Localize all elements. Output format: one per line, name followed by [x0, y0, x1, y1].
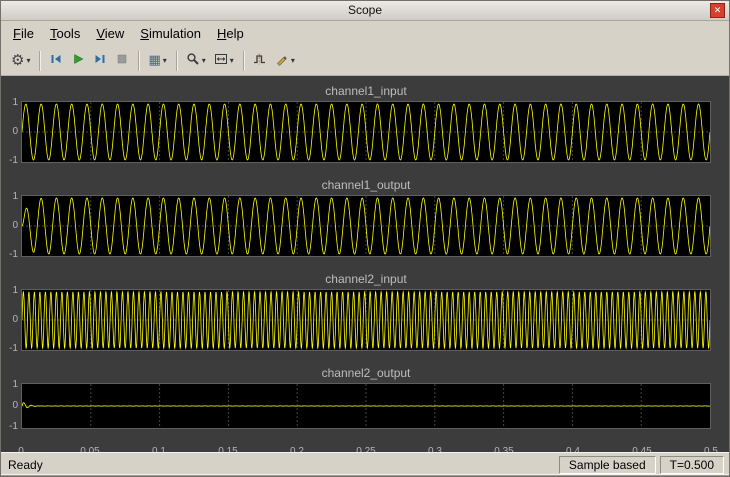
y-tick-label: -1 — [9, 422, 18, 432]
step-signal-icon — [253, 52, 267, 70]
zoom-button[interactable]: ▾ — [182, 49, 210, 73]
close-button[interactable]: ✕ — [710, 3, 725, 18]
y-tick-label: -1 — [9, 156, 18, 166]
y-tick-label: -1 — [9, 344, 18, 354]
y-tick-label: 0 — [12, 315, 18, 325]
toolbar-separator — [138, 51, 139, 71]
y-tick-label: 1 — [12, 286, 18, 296]
menu-view[interactable]: View — [88, 23, 132, 44]
stop-icon — [115, 52, 129, 70]
x-tick-label: 0.4 — [566, 446, 580, 452]
y-tick-label: 0 — [12, 401, 18, 411]
chevron-down-icon: ▾ — [230, 57, 234, 65]
status-ready: Ready — [6, 458, 555, 472]
blocks-icon: ▦ — [148, 53, 160, 68]
scope-window: Scope ✕ File Tools View Simulation Help … — [0, 0, 730, 477]
plot-title: channel2_input — [21, 272, 711, 287]
window-title: Scope — [348, 3, 382, 17]
x-tick-label: 0.5 — [704, 446, 718, 452]
menu-file[interactable]: File — [5, 23, 42, 44]
y-tick-label: -1 — [9, 250, 18, 260]
y-axis-labels: 1 0 -1 — [5, 289, 21, 351]
chevron-down-icon: ▾ — [202, 57, 206, 65]
y-tick-label: 0 — [12, 221, 18, 231]
waveform-channel2_input[interactable] — [22, 290, 710, 350]
step-forward-button[interactable] — [89, 49, 111, 73]
y-tick-label: 1 — [12, 192, 18, 202]
menu-bar: File Tools View Simulation Help — [1, 21, 729, 46]
simulation-stepping-button[interactable]: ▦ ▾ — [144, 49, 170, 73]
x-tick-label: 0.3 — [428, 446, 442, 452]
plot-area-channel2_input[interactable] — [21, 289, 711, 351]
toolbar-separator — [176, 51, 177, 71]
y-tick-label: 1 — [12, 380, 18, 390]
plot-title: channel1_input — [21, 84, 711, 99]
span-icon — [214, 52, 228, 70]
magnifier-icon — [186, 52, 200, 70]
toolbar-separator — [39, 51, 40, 71]
y-axis-labels: 1 0 -1 — [5, 383, 21, 429]
x-tick-label: 0.1 — [152, 446, 166, 452]
subplot-channel1_output: channel1_output1 0 -1 — [5, 178, 711, 257]
status-bar: Ready Sample based T=0.500 — [1, 452, 729, 476]
x-tick-label: 0.25 — [356, 446, 375, 452]
x-axis-labels: 00.050.10.150.20.250.30.350.40.450.5 — [21, 444, 711, 450]
run-button[interactable] — [67, 49, 89, 73]
triggers-button[interactable]: ▾ — [271, 49, 299, 73]
scope-canvas: channel1_input10-1channel1_output10-1cha… — [1, 76, 729, 452]
step-back-icon — [49, 52, 63, 70]
plot-title: channel1_output — [21, 178, 711, 193]
cursor-measurements-button[interactable] — [249, 49, 271, 73]
x-tick-label: 0.15 — [218, 446, 237, 452]
title-bar[interactable]: Scope ✕ — [1, 1, 729, 21]
menu-help[interactable]: Help — [209, 23, 252, 44]
menu-tools[interactable]: Tools — [42, 23, 88, 44]
toolbar-separator — [243, 51, 244, 71]
x-tick-label: 0 — [18, 446, 24, 452]
plot-area-channel1_input[interactable] — [21, 101, 711, 163]
gear-icon: ⚙ — [11, 53, 24, 68]
toolbar: ⚙ ▾ ▦ ▾ ▾ ▾ — [1, 46, 729, 76]
waveform-channel1_output[interactable] — [22, 196, 710, 256]
span-x-button[interactable]: ▾ — [210, 49, 238, 73]
y-axis-labels: 1 0 -1 — [5, 101, 21, 163]
y-tick-label: 0 — [12, 127, 18, 137]
x-tick-label: 0.2 — [290, 446, 304, 452]
waveform-channel1_input[interactable] — [22, 102, 710, 162]
plot-area-channel2_output[interactable] — [21, 383, 711, 429]
status-sample-mode: Sample based — [559, 456, 656, 474]
run-icon — [71, 52, 85, 70]
chevron-down-icon: ▾ — [163, 57, 167, 65]
y-axis-labels: 1 0 -1 — [5, 195, 21, 257]
step-forward-icon — [93, 52, 107, 70]
settings-button[interactable]: ⚙ ▾ — [7, 49, 34, 73]
step-back-button[interactable] — [45, 49, 67, 73]
chevron-down-icon: ▾ — [291, 57, 295, 65]
x-tick-label: 0.35 — [494, 446, 513, 452]
x-tick-label: 0.05 — [80, 446, 99, 452]
subplot-channel2_output: channel2_output1 0 -1 — [5, 366, 711, 429]
plot-area-channel1_output[interactable] — [21, 195, 711, 257]
waveform-channel2_output[interactable] — [22, 384, 710, 428]
stop-button[interactable] — [111, 49, 133, 73]
chevron-down-icon: ▾ — [26, 57, 30, 65]
subplot-channel1_input: channel1_input1 0 -1 — [5, 84, 711, 163]
x-tick-label: 0.45 — [632, 446, 651, 452]
subplot-channel2_input: channel2_input1 0 -1 — [5, 272, 711, 351]
plot-title: channel2_output — [21, 366, 711, 381]
status-time: T=0.500 — [660, 456, 724, 474]
menu-simulation[interactable]: Simulation — [132, 23, 209, 44]
y-tick-label: 1 — [12, 98, 18, 108]
pencil-icon — [275, 52, 289, 70]
